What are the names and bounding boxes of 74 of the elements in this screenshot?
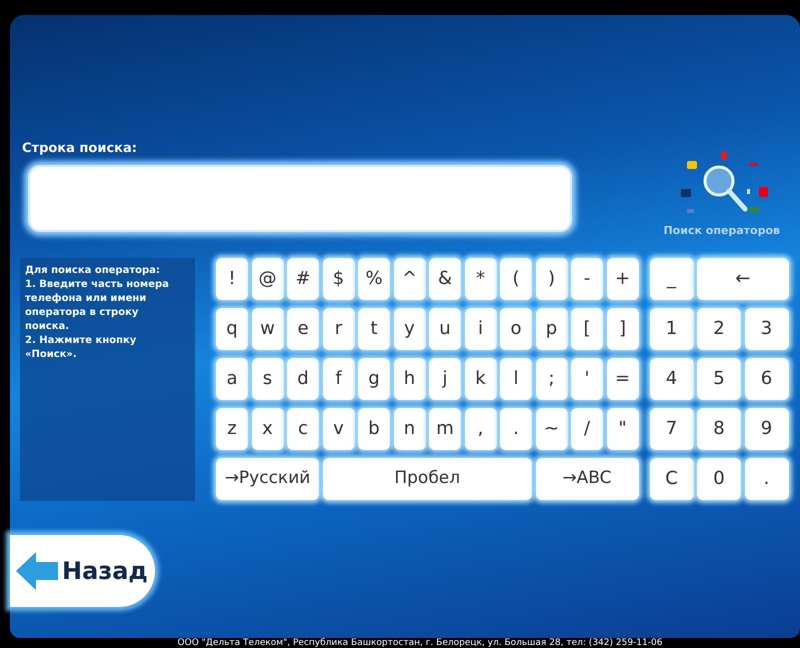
- keyboard-key[interactable]: ^: [394, 258, 426, 300]
- keyboard-key[interactable]: k: [464, 358, 496, 400]
- space-key[interactable]: Пробел: [322, 458, 532, 500]
- keyboard-key[interactable]: 1: [650, 308, 694, 350]
- keyboard-key[interactable]: &: [429, 258, 461, 300]
- keyboard-key[interactable]: @: [252, 258, 284, 300]
- keyboard-key[interactable]: 6: [744, 358, 788, 400]
- keyboard-key[interactable]: 3: [744, 308, 788, 350]
- footer-text: ООО "Дельта Телеком", Республика Башкортостан, г. Белорецк, ул. Большая 28, тел: (342) 259-11-06: [176, 638, 664, 648]
- keyboard-key[interactable]: ": [606, 408, 638, 450]
- keyboard-key[interactable]: _: [650, 258, 694, 300]
- keyboard-key[interactable]: h: [394, 358, 426, 400]
- keyboard-key[interactable]: a: [216, 358, 248, 400]
- keyboard-key[interactable]: j: [429, 358, 461, 400]
- keyboard-key[interactable]: 7: [650, 408, 694, 450]
- keyboard-key[interactable]: *: [464, 258, 496, 300]
- keyboard-key[interactable]: ,: [464, 408, 496, 450]
- left-arrow-icon: [16, 552, 58, 590]
- search-label: Строка поиска:: [22, 140, 138, 158]
- keyboard-key[interactable]: l: [500, 358, 532, 400]
- keyboard-key[interactable]: /: [571, 408, 603, 450]
- keyboard-key[interactable]: .: [744, 458, 788, 500]
- language-key[interactable]: →ABC: [536, 458, 638, 500]
- keyboard-key[interactable]: $: [322, 258, 354, 300]
- keyboard-key[interactable]: n: [394, 408, 426, 450]
- keyboard-key[interactable]: u: [429, 308, 461, 350]
- keyboard-key[interactable]: s: [252, 358, 284, 400]
- keyboard-key[interactable]: ;: [536, 358, 568, 400]
- keyboard-key[interactable]: C: [650, 458, 694, 500]
- keyboard-key[interactable]: 9: [744, 408, 788, 450]
- keyboard-key[interactable]: 5: [697, 358, 741, 400]
- keyboard-key[interactable]: v: [322, 408, 354, 450]
- keyboard-key[interactable]: ): [536, 258, 568, 300]
- keyboard-key[interactable]: b: [358, 408, 390, 450]
- keyboard-key[interactable]: 2: [697, 308, 741, 350]
- keyboard-key[interactable]: i: [464, 308, 496, 350]
- back-button[interactable]: Назад: [10, 534, 155, 606]
- keyboard-key[interactable]: x: [252, 408, 284, 450]
- keyboard-key[interactable]: r: [322, 308, 354, 350]
- keyboard-key[interactable]: #: [287, 258, 319, 300]
- keyboard-key[interactable]: w: [252, 308, 284, 350]
- keyboard-key[interactable]: f: [322, 358, 354, 400]
- keyboard-key[interactable]: t: [358, 308, 390, 350]
- keyboard-key[interactable]: [: [571, 308, 603, 350]
- keyboard-key[interactable]: !: [216, 258, 248, 300]
- operator-search-label: Поиск операторов: [663, 223, 780, 239]
- keyboard-key[interactable]: ': [571, 358, 603, 400]
- keyboard-key[interactable]: q: [216, 308, 248, 350]
- search-field[interactable]: [28, 164, 572, 232]
- keyboard-key[interactable]: z: [216, 408, 248, 450]
- instruction-text: 1. Введите часть номера телефона или имени оператора в строку поиска.: [25, 278, 170, 334]
- keyboard-key[interactable]: e: [287, 308, 319, 350]
- backspace-key[interactable]: ←: [697, 258, 788, 300]
- instruction-text: Для поиска оператора:: [25, 264, 161, 278]
- keyboard-key[interactable]: o: [500, 308, 532, 350]
- keyboard-key[interactable]: c: [287, 408, 319, 450]
- keyboard-key[interactable]: =: [606, 358, 638, 400]
- keyboard-key[interactable]: +: [606, 258, 638, 300]
- keyboard-key[interactable]: 4: [650, 358, 694, 400]
- keyboard-key[interactable]: p: [536, 308, 568, 350]
- keyboard-key[interactable]: 8: [697, 408, 741, 450]
- keyboard-key[interactable]: m: [429, 408, 461, 450]
- keyboard-key[interactable]: -: [571, 258, 603, 300]
- keyboard-key[interactable]: .: [500, 408, 532, 450]
- instruction-text: 2. Нажмите кнопку «Поиск».: [25, 334, 138, 362]
- keyboard-key[interactable]: %: [358, 258, 390, 300]
- keyboard-key[interactable]: ]: [606, 308, 638, 350]
- keyboard-key[interactable]: d: [287, 358, 319, 400]
- language-key[interactable]: →Русский: [216, 458, 319, 500]
- keyboard-key[interactable]: ~: [536, 408, 568, 450]
- keyboard-key[interactable]: 0: [697, 458, 741, 500]
- keyboard-key[interactable]: y: [394, 308, 426, 350]
- keyboard-key[interactable]: (: [500, 258, 532, 300]
- keyboard-key[interactable]: g: [358, 358, 390, 400]
